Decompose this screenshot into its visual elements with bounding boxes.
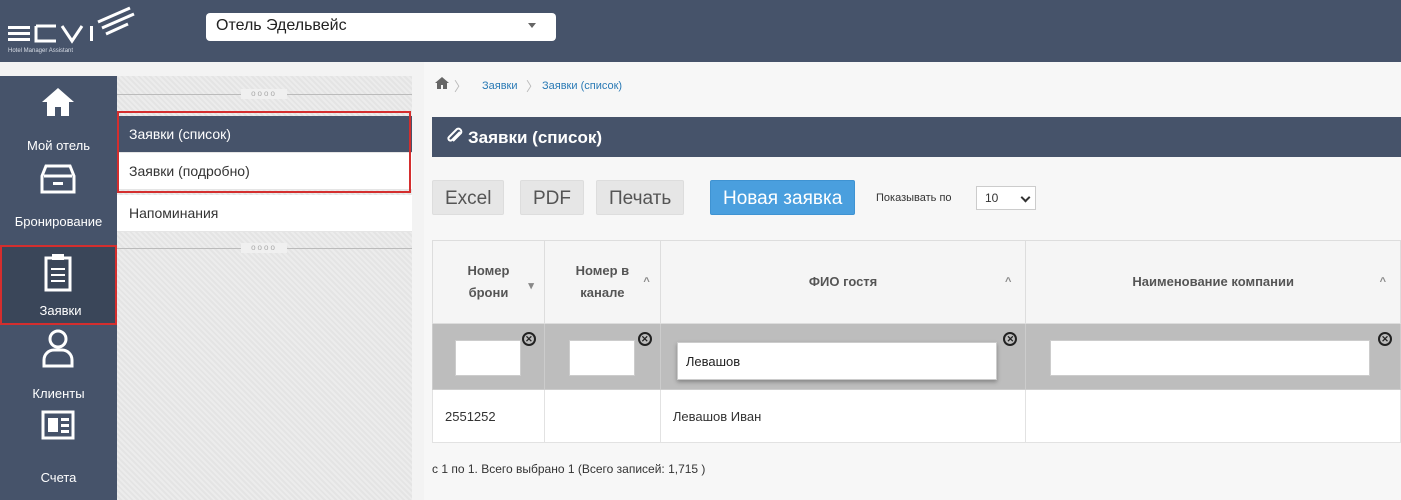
nav-item-booking[interactable]: Бронирование bbox=[0, 154, 117, 232]
page-size-value: 10 bbox=[985, 191, 999, 205]
hotel-select-dropdown[interactable] bbox=[416, 13, 556, 41]
nav-item-label: Бронирование bbox=[14, 214, 103, 229]
divider-dots: oooo bbox=[241, 243, 287, 253]
nav-item-clients[interactable]: Клиенты bbox=[0, 326, 117, 404]
nav-item-label: Заявки bbox=[39, 303, 82, 318]
export-excel-button[interactable]: Excel bbox=[432, 180, 505, 215]
requests-table: Номер брони ▾ Номер в канале ^ ФИО гостя… bbox=[432, 240, 1401, 443]
column-header-guest-name[interactable]: ФИО гостя ^ bbox=[659, 240, 1027, 324]
cell-guest-name: Левашов Иван bbox=[659, 389, 1027, 443]
filter-company-name[interactable] bbox=[1050, 340, 1371, 376]
print-button[interactable]: Печать bbox=[596, 180, 685, 215]
sort-up-icon[interactable]: ^ bbox=[1005, 271, 1011, 293]
clipboard-icon bbox=[44, 254, 72, 292]
sort-up-icon[interactable]: ^ bbox=[643, 271, 649, 293]
clear-filter-icon[interactable]: ✕ bbox=[1378, 332, 1392, 346]
submenu-item-requests-list[interactable]: Заявки (список) bbox=[117, 116, 412, 153]
nav-item-my-hotel[interactable]: Мой отель bbox=[0, 76, 117, 154]
filter-row: ✕ ✕ ✕ ✕ bbox=[432, 323, 1401, 390]
cell-company-name bbox=[1025, 389, 1401, 443]
page-size-select[interactable]: 10 bbox=[976, 186, 1036, 210]
caret-down-icon bbox=[528, 23, 536, 28]
nav-item-invoices[interactable]: Счета bbox=[0, 404, 117, 485]
column-header-company-name[interactable]: Наименование компании ^ bbox=[1025, 240, 1401, 324]
breadcrumb-requests[interactable]: Заявки bbox=[482, 80, 518, 92]
section-header: Заявки (список) bbox=[432, 117, 1401, 157]
user-icon bbox=[42, 329, 74, 368]
logo-mark-icon bbox=[8, 6, 135, 44]
breadcrumb-requests-list[interactable]: Заявки (список) bbox=[542, 80, 622, 92]
submenu-item-reminders[interactable]: Напоминания bbox=[117, 195, 412, 232]
column-header-channel-number[interactable]: Номер в канале ^ bbox=[543, 240, 661, 324]
main-nav: Мой отель Бронирование Заявки Клиенты Сч… bbox=[0, 76, 117, 500]
submenu: oooo Заявки (список) Заявки (подробно) Н… bbox=[117, 76, 412, 500]
invoice-icon bbox=[41, 410, 75, 440]
page-size-label: Показывать по bbox=[876, 192, 952, 204]
home-icon bbox=[42, 88, 74, 116]
nav-item-label: Счета bbox=[40, 470, 77, 485]
nav-item-label: Клиенты bbox=[32, 386, 85, 401]
new-request-button[interactable]: Новая заявка bbox=[710, 180, 856, 215]
main-content: 〉 Заявки 〉 Заявки (список) Заявки (списо… bbox=[424, 62, 1401, 500]
cell-channel-number bbox=[543, 389, 661, 443]
home-icon[interactable] bbox=[434, 76, 450, 90]
sort-down-icon[interactable]: ▾ bbox=[528, 275, 534, 297]
nav-item-label: Мой отель bbox=[27, 138, 90, 153]
breadcrumb-separator: 〉 bbox=[454, 79, 468, 94]
filter-cell: ✕ bbox=[659, 323, 1027, 390]
filter-guest-name[interactable] bbox=[676, 342, 997, 380]
filter-channel-number[interactable] bbox=[568, 340, 635, 376]
export-pdf-button[interactable]: PDF bbox=[520, 180, 584, 215]
divider-dots: oooo bbox=[241, 89, 287, 99]
sort-up-icon[interactable]: ^ bbox=[1380, 271, 1386, 293]
archive-box-icon bbox=[40, 164, 76, 194]
column-header-booking-number[interactable]: Номер брони ▾ bbox=[432, 240, 545, 324]
nav-item-requests[interactable]: Заявки bbox=[0, 245, 117, 325]
table-row[interactable]: 2551252 Левашов Иван bbox=[432, 389, 1401, 443]
clear-filter-icon[interactable]: ✕ bbox=[521, 332, 536, 346]
logo[interactable]: Hotel Manager Assistant bbox=[6, 4, 135, 60]
filter-cell: ✕ bbox=[432, 323, 545, 390]
clear-filter-icon[interactable]: ✕ bbox=[1003, 332, 1018, 346]
filter-cell: ✕ bbox=[543, 323, 661, 390]
page-title: Заявки (список) bbox=[468, 128, 602, 147]
breadcrumb-separator: 〉 bbox=[526, 79, 540, 94]
hotel-select[interactable]: Отель Эдельвейс bbox=[206, 13, 416, 41]
logo-tagline: Hotel Manager Assistant bbox=[8, 48, 74, 54]
clear-filter-icon[interactable]: ✕ bbox=[637, 332, 652, 346]
filter-cell: ✕ bbox=[1025, 323, 1401, 390]
paperclip-icon bbox=[447, 127, 463, 142]
chevron-down-icon bbox=[1020, 192, 1031, 203]
submenu-item-requests-detailed[interactable]: Заявки (подробно) bbox=[117, 153, 412, 190]
top-bar: Hotel Manager Assistant Отель Эдельвейс bbox=[0, 0, 1401, 62]
table-summary: с 1 по 1. Всего выбрано 1 (Всего записей… bbox=[432, 462, 706, 476]
filter-booking-number[interactable] bbox=[455, 340, 521, 376]
cell-booking-number: 2551252 bbox=[432, 389, 545, 443]
